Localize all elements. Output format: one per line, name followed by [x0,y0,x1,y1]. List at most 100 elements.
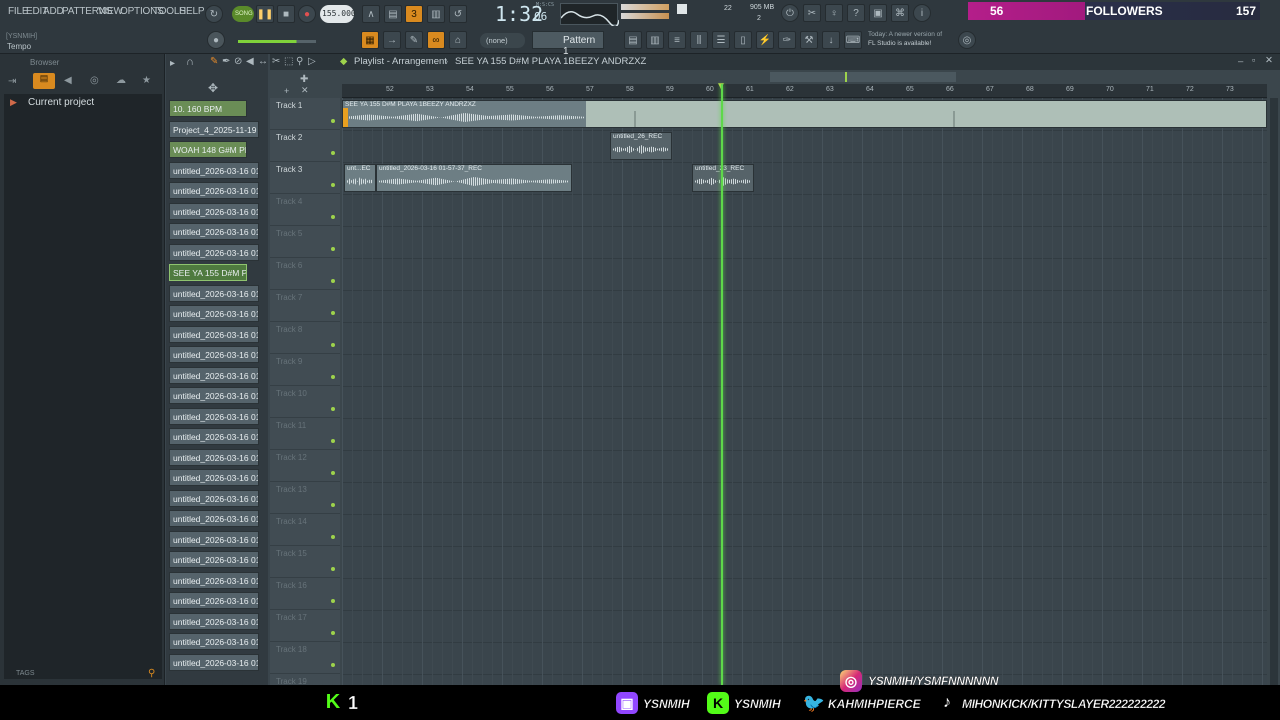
browser-window-icon[interactable]: ☰ [712,31,730,49]
zoom-tool-icon[interactable]: ⚲ [296,56,303,67]
playlist-window-icon[interactable]: ▤ [624,31,642,49]
track-mute-led[interactable] [331,631,335,635]
arrangement-grid[interactable]: SEE YA 155 D#M PLAYA 1BEEZY ANDRZXZ unti… [342,98,1267,685]
track-header[interactable]: Track 4 [270,194,340,226]
collapse-icon[interactable]: ⇥ [8,76,16,87]
snap-icon[interactable]: ▦ [361,31,379,49]
tree-item-current-project[interactable]: Current project [28,97,94,108]
track-header[interactable]: Track 9 [270,354,340,386]
pattern-item[interactable]: untitled_2026-03-16 01-... [169,407,259,425]
help-icon[interactable]: ? [847,4,865,22]
track-mute-led[interactable] [331,247,335,251]
song-mode-button[interactable]: SONG [232,6,254,22]
track-mute-led[interactable] [331,311,335,315]
minimize-icon[interactable]: – [1238,56,1243,67]
select-tool-icon[interactable]: ⬚ [284,56,293,67]
star-tab-icon[interactable]: ★ [142,75,151,86]
delete-tool-icon[interactable]: ⊘ [234,56,242,67]
wait-input-icon[interactable]: ▤ [384,5,402,23]
stop-icon[interactable]: ■ [277,5,295,23]
microphone-icon[interactable]: ♀ [825,4,843,22]
playback-tool-icon[interactable]: ▷ [308,56,316,67]
add-track-icon[interactable]: ✚ [300,74,308,85]
pattern-item[interactable]: untitled_2026-03-16 01-... [169,469,259,486]
track-mute-led[interactable] [331,343,335,347]
pattern-item[interactable]: untitled_2026-03-16 01-... [169,305,259,322]
track-mute-led[interactable] [331,183,335,187]
pattern-item[interactable]: SEE YA 155 D#M PLAY... [169,264,247,281]
audio-clip-rec37[interactable]: untitled_2026-03-16 01-57-37_REC [376,164,572,192]
news-line-1[interactable]: Today: A newer version of [868,31,942,38]
track-header[interactable]: Track 14 [270,514,340,546]
pattern-item[interactable]: untitled_2026-03-16 01-... [169,510,259,527]
pattern-item[interactable]: untitled_2026-03-16 01-... [169,428,259,445]
record-icon[interactable]: ● [298,5,316,23]
slip-tool-icon[interactable]: ↔ [258,56,268,67]
track-header[interactable]: Track 8 [270,322,340,354]
power-icon[interactable]: ⏻ [781,4,799,22]
maximize-icon[interactable]: ▫ [1252,55,1255,66]
track-header[interactable]: Track 1 [270,98,340,130]
countdown-icon[interactable]: 3 [405,5,423,23]
keyboard-icon[interactable]: ⌨ [844,31,862,49]
file-icon[interactable]: ▯ [734,31,752,49]
move-icon[interactable]: ✥ [208,81,218,95]
pattern-item[interactable]: untitled_2026-03-16 01-... [169,346,259,363]
slide-icon[interactable]: → [383,31,401,49]
magnet-icon[interactable]: ∩ [186,56,194,68]
pattern-item[interactable]: untitled_2026-03-16 01-... [169,448,259,466]
track-mute-led[interactable] [331,279,335,283]
pattern-selector[interactable]: Pattern 1 [532,31,604,57]
track-mute-led[interactable] [331,567,335,571]
pattern-item[interactable]: untitled_2026-03-16 01-... [169,223,259,240]
track-header[interactable]: Track 2 [270,130,340,162]
pattern-item[interactable]: Project_4_2025-11-19 1... [169,120,259,138]
pattern-item[interactable]: untitled_2026-03-16 01-... [169,366,259,384]
piano-roll-icon[interactable]: ▥ [646,31,664,49]
pattern-item[interactable]: untitled_2026-03-16 01-... [169,489,259,507]
pattern-item[interactable]: WOAH 148 G#M PLAYA... [169,141,247,158]
info-icon[interactable]: i [913,4,931,22]
pattern-item[interactable]: untitled_2026-03-16 01-... [169,530,259,548]
track-mute-led[interactable] [331,663,335,667]
track-header[interactable]: Track 18 [270,642,340,674]
track-mute-led[interactable] [331,535,335,539]
track-header[interactable]: Track 7 [270,290,340,322]
pattern-item[interactable]: untitled_2026-03-16 01-... [169,182,259,199]
cd-tab-icon[interactable]: ◎ [90,75,99,86]
pattern-none-select[interactable]: (none) [480,33,525,48]
brush-icon[interactable]: ✑ [778,31,796,49]
track-header[interactable]: Track 10 [270,386,340,418]
tempo-display[interactable]: 155.000 [320,5,356,23]
paint-tool-icon[interactable]: ✒ [222,56,230,67]
track-mute-led[interactable] [331,375,335,379]
audio-clip-rec23[interactable]: untitled_23_REC [692,164,754,192]
plug-icon[interactable]: ⚡ [756,31,774,49]
pattern-item[interactable]: untitled_2026-03-16 01-... [169,571,259,589]
pattern-item[interactable]: untitled_2026-03-16 01-... [169,633,259,650]
menu-help[interactable]: HELP [179,6,205,17]
link-icon[interactable]: ∞ [427,31,445,49]
track-header[interactable]: Track 3 [270,162,340,194]
horizontal-scrollbar[interactable] [770,72,956,82]
pencil-tool-icon[interactable]: ✎ [210,56,218,67]
pattern-item[interactable]: untitled_2026-03-16 01-... [169,202,259,220]
track-header[interactable]: Track 12 [270,450,340,482]
track-header[interactable]: Track 13 [270,482,340,514]
pattern-item[interactable]: untitled_2026-03-16 01-... [169,284,259,302]
master-pitch-knob-icon[interactable]: ● [207,31,225,49]
track-mute-led[interactable] [331,439,335,443]
track-header[interactable]: Track 19 [270,674,340,685]
pattern-item[interactable]: untitled_2026-03-16 01-... [169,592,259,609]
step-edit-icon[interactable]: ▥ [427,5,445,23]
pattern-item[interactable]: untitled_2026-03-16 01-... [169,653,259,671]
tool-icon[interactable]: ⚒ [800,31,818,49]
plugin-tab-icon[interactable]: ◀ [64,75,72,86]
track-header[interactable]: Track 11 [270,418,340,450]
slice-tool-icon[interactable]: ✂ [272,56,280,67]
plugin-icon[interactable]: ⌘ [891,4,909,22]
search-icon[interactable]: ⚲ [148,668,155,679]
picker-arrow-icon[interactable]: ▸ [170,58,175,69]
audio-clip-main[interactable]: SEE YA 155 D#M PLAYA 1BEEZY ANDRZXZ [342,100,1267,128]
news-line-2[interactable]: FL Studio is available! [868,40,931,47]
